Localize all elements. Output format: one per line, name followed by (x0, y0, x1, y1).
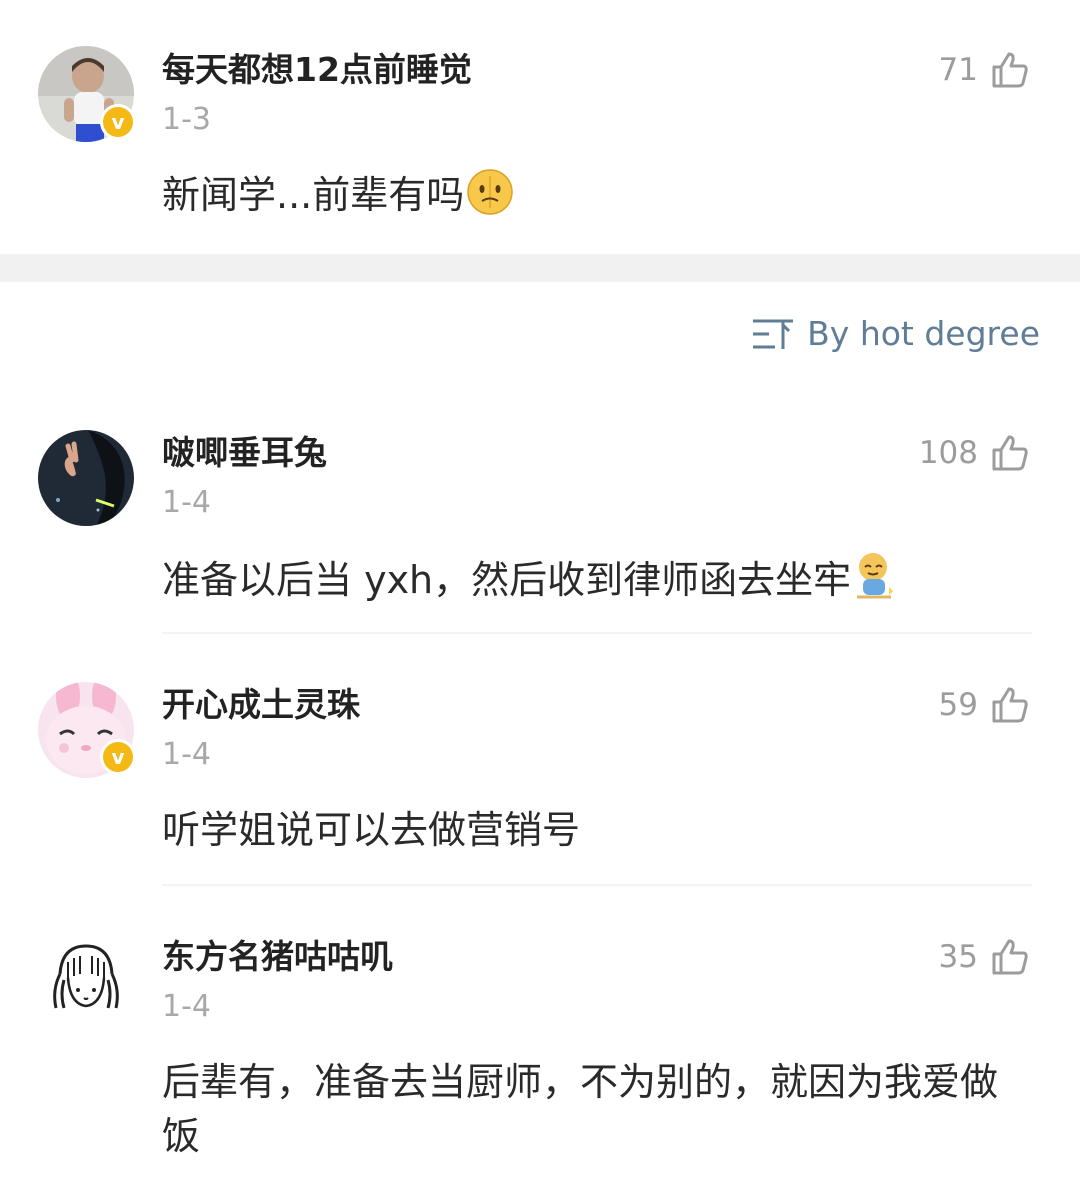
comment-date: 1-4 (162, 737, 211, 772)
comment-date: 1-4 (162, 485, 211, 520)
comment-divider (162, 632, 1032, 634)
comment-date: 1-4 (162, 989, 211, 1024)
comment-divider (162, 884, 1032, 886)
comment-text: 听学姐说可以去做营销号 (162, 808, 581, 852)
like-button[interactable]: 108 (919, 431, 1030, 475)
like-count: 71 (938, 52, 978, 88)
sort-toggle[interactable]: By hot degree (751, 310, 1040, 358)
like-button[interactable]: 35 (939, 935, 1030, 979)
thumbs-up-icon (992, 435, 1028, 471)
thumbs-up-icon (992, 687, 1028, 723)
avatar-dark-hand-photo-icon (38, 430, 134, 526)
section-separator (0, 254, 1080, 282)
comment-list-screen: v 每天都想12点前睡觉 1-3 71 新闻学...前辈有吗 By hot de… (0, 0, 1080, 1193)
comment-text: 新闻学...前辈有吗 (162, 168, 1022, 222)
comment-username[interactable]: 东方名猪咕咕叽 (162, 937, 393, 977)
comment-text-content: 准备以后当 yxh，然后收到律师函去坐牢 (162, 558, 852, 602)
avatar[interactable] (38, 430, 134, 526)
like-button[interactable]: 59 (939, 683, 1030, 727)
comment-date: 1-3 (162, 102, 211, 137)
verified-badge-icon: v (100, 739, 136, 775)
comment-text-content: 新闻学...前辈有吗 (162, 173, 465, 217)
comment-username[interactable]: 开心成土灵珠 (162, 685, 360, 725)
thumbs-up-icon (992, 939, 1028, 975)
thinking-face-emoji (467, 169, 513, 215)
like-count: 35 (938, 939, 978, 975)
thumbs-up-icon (992, 52, 1028, 88)
avatar-sketch-girl-icon (38, 934, 134, 1030)
like-count: 108 (918, 435, 978, 471)
comment-username[interactable]: 每天都想12点前睡觉 (162, 50, 472, 90)
like-button[interactable]: 71 (939, 48, 1030, 92)
verified-badge-icon: v (100, 104, 136, 140)
comment-text: 准备以后当 yxh，然后收到律师函去坐牢 (162, 551, 1022, 607)
comment-username[interactable]: 啵唧垂耳兔 (162, 433, 327, 473)
sort-label: By hot degree (807, 314, 1040, 353)
sitting-doge-emoji (857, 553, 894, 599)
like-count: 59 (938, 687, 978, 723)
comment-text: 后辈有，准备去当厨师，不为别的，就因为我爱做饭 (162, 1060, 999, 1158)
sort-lines-icon (753, 319, 794, 349)
avatar[interactable] (38, 934, 134, 1030)
